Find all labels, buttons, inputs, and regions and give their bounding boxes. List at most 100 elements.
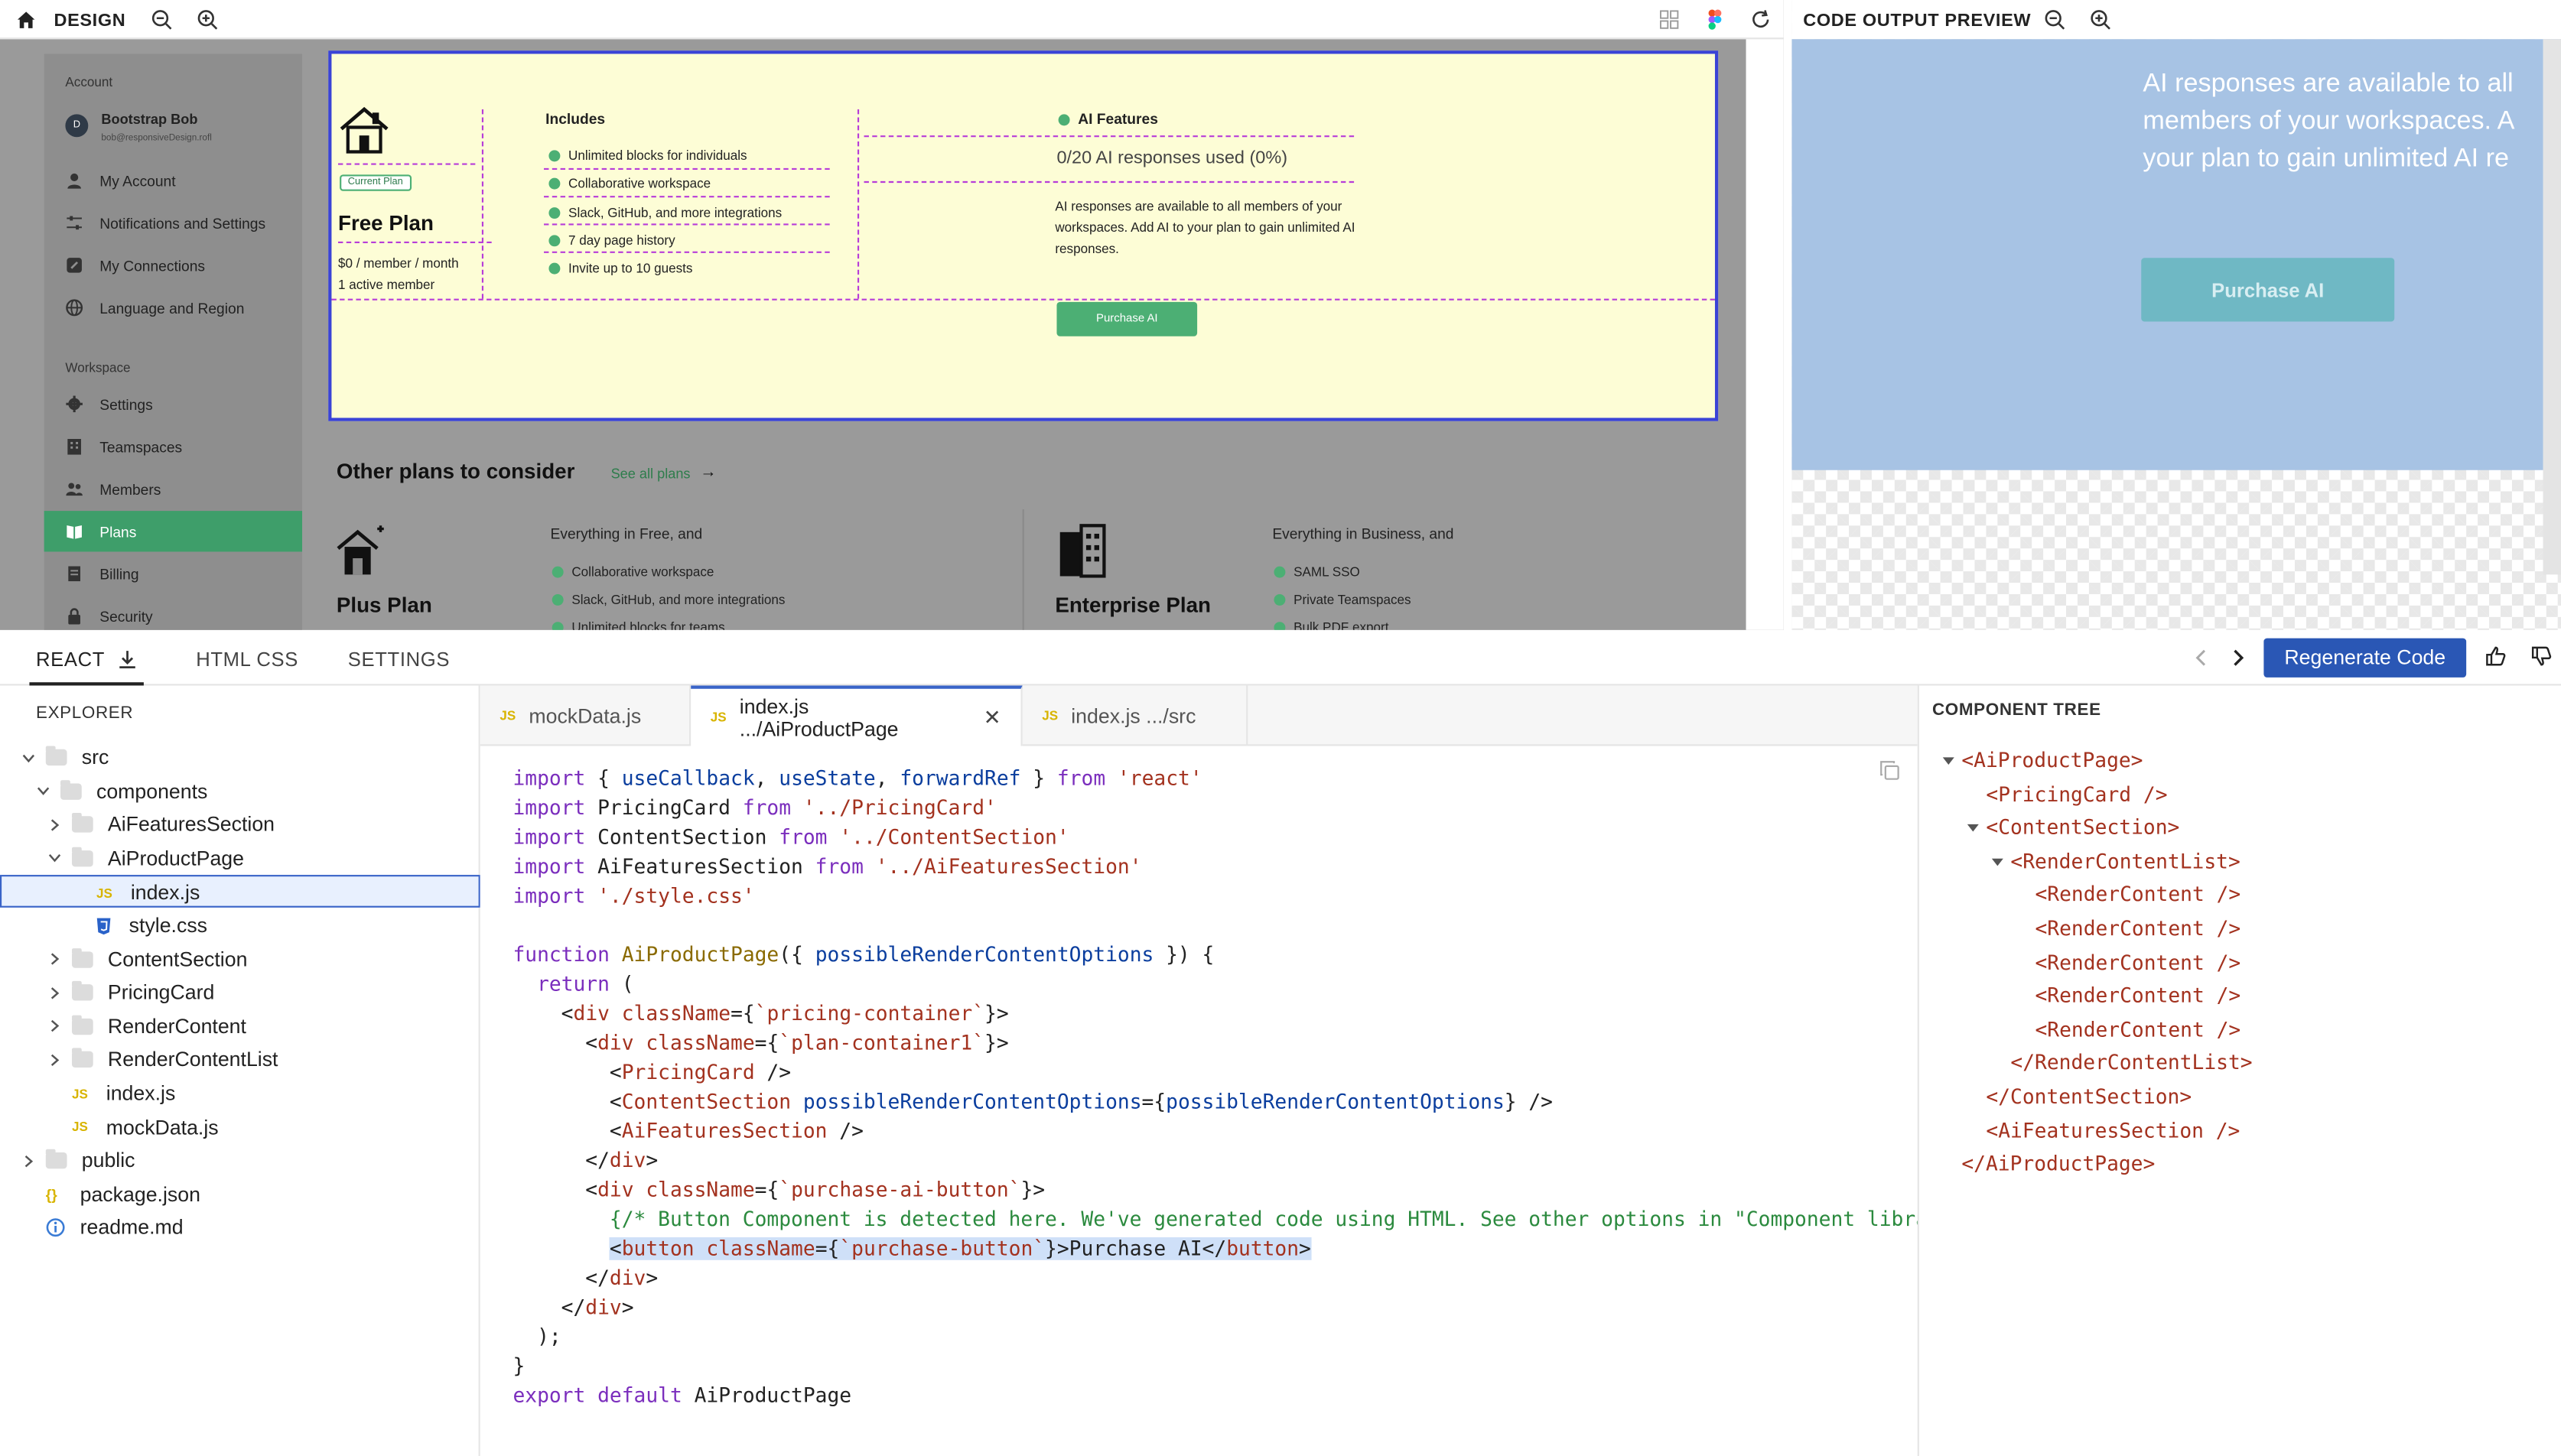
chevron-down-icon[interactable] <box>20 749 36 765</box>
zoom-in-icon[interactable] <box>194 7 220 33</box>
folder-item[interactable]: AiProductPage <box>0 842 480 875</box>
chevron-right-icon[interactable] <box>20 1152 36 1168</box>
file-item[interactable]: JS index.js <box>0 875 480 908</box>
chevron-right-icon[interactable] <box>46 951 62 967</box>
sidebar-item-plans[interactable]: Plans <box>44 511 303 552</box>
code-line[interactable]: import { useCallback, useState, forwardR… <box>513 764 1939 793</box>
editor-tab-mockdata[interactable]: JS mockData.js <box>480 685 692 746</box>
selected-plan-card[interactable]: Current Plan Free Plan $0 / member / mon… <box>328 50 1719 421</box>
code-line[interactable] <box>513 911 1939 940</box>
sidebar-item-my-account[interactable]: My Account <box>44 160 302 200</box>
download-icon[interactable] <box>114 646 140 672</box>
refresh-icon[interactable] <box>1748 7 1774 33</box>
code-line[interactable]: <div className={`plan-container1`}> <box>513 1029 1939 1058</box>
code-line[interactable]: import AiFeaturesSection from '../AiFeat… <box>513 852 1939 881</box>
sidebar-item-members[interactable]: Members <box>44 469 302 509</box>
component-node[interactable]: <PricingCard /> <box>1986 778 2167 811</box>
preview-purchase-button[interactable]: Purchase AI <box>2141 258 2395 322</box>
tab-react[interactable]: REACT <box>36 648 105 671</box>
folder-item[interactable]: RenderContentList <box>0 1044 480 1077</box>
component-node[interactable]: </ContentSection> <box>1986 1081 2192 1113</box>
code-line[interactable]: <button className={`purchase-button`}>Pu… <box>513 1234 1939 1263</box>
sidebar-item-billing[interactable]: Billing <box>44 554 302 594</box>
see-all-plans-link[interactable]: See all plans → <box>611 463 717 481</box>
chevron-right-icon[interactable] <box>2224 645 2250 671</box>
chevron-left-icon[interactable] <box>2188 645 2214 671</box>
chevron-right-icon[interactable] <box>46 817 62 833</box>
chevron-right-icon[interactable] <box>46 985 62 1001</box>
code-line[interactable]: import PricingCard from '../PricingCard' <box>513 793 1939 822</box>
component-node[interactable]: <AiFeaturesSection /> <box>1986 1114 2240 1147</box>
sidebar-item-my-connections[interactable]: My Connections <box>44 245 302 285</box>
regenerate-code-button[interactable]: Regenerate Code <box>2263 638 2467 678</box>
editor-tab-index-aiproductpage[interactable]: JS index.js .../AiProductPage ✕ <box>691 685 1023 746</box>
folder-item[interactable]: ContentSection <box>0 943 480 976</box>
component-node[interactable]: </AiProductPage> <box>1961 1148 2155 1181</box>
caret-down-icon[interactable] <box>1967 821 1980 834</box>
chevron-down-icon[interactable] <box>34 783 50 799</box>
chevron-right-icon[interactable] <box>46 1051 62 1068</box>
folder-item[interactable]: src <box>0 741 480 774</box>
file-item[interactable]: JS mockData.js <box>0 1111 480 1144</box>
enterprise-plan-heading: Everything in Business, and <box>1272 525 1454 542</box>
sidebar-item-notifications-and-settings[interactable]: Notifications and Settings <box>44 203 302 243</box>
component-node[interactable]: <RenderContentList> <box>1991 845 2240 878</box>
zoom-in-icon[interactable] <box>2088 7 2114 33</box>
sidebar-item-language-and-region[interactable]: Language and Region <box>44 288 302 328</box>
home-icon[interactable] <box>13 7 39 33</box>
code-line[interactable]: <div className={`pricing-container`}> <box>513 999 1939 1028</box>
sidebar-item-security[interactable]: Security <box>44 596 302 630</box>
code-line[interactable]: return ( <box>513 970 1939 999</box>
component-node[interactable]: </RenderContentList> <box>2010 1047 2252 1080</box>
preview-scrollbar[interactable] <box>2543 39 2561 575</box>
code-line[interactable]: <ContentSection possibleRenderContentOpt… <box>513 1087 1939 1116</box>
folder-item[interactable]: RenderContent <box>0 1010 480 1043</box>
grid-view-icon[interactable] <box>1656 7 1682 33</box>
zoom-out-icon[interactable] <box>2042 7 2068 33</box>
code-line[interactable]: </div> <box>513 1146 1939 1175</box>
code-line[interactable]: </div> <box>513 1263 1939 1292</box>
code-line[interactable]: </div> <box>513 1293 1939 1322</box>
code-line[interactable]: ); <box>513 1322 1939 1351</box>
tab-settings[interactable]: SETTINGS <box>348 648 450 671</box>
chevron-right-icon[interactable] <box>46 1018 62 1034</box>
file-item[interactable]: JS index.js <box>0 1077 480 1110</box>
component-node[interactable]: <RenderContent /> <box>2035 980 2240 1012</box>
file-item[interactable]: style.css <box>0 909 480 942</box>
caret-down-icon[interactable] <box>1942 754 1955 767</box>
code-line[interactable]: <AiFeaturesSection /> <box>513 1116 1939 1146</box>
code-line[interactable]: } <box>513 1351 1939 1380</box>
code-line[interactable]: {/* Button Component is detected here. W… <box>513 1204 1940 1233</box>
figma-icon[interactable] <box>1702 7 1728 33</box>
close-icon[interactable]: ✕ <box>984 704 1001 730</box>
component-node[interactable]: <ContentSection> <box>1967 811 2179 844</box>
component-node[interactable]: <RenderContent /> <box>2035 912 2240 945</box>
chevron-down-icon[interactable] <box>46 850 62 866</box>
code-line[interactable]: <div className={`purchase-ai-button`}> <box>513 1175 1939 1204</box>
file-item[interactable]: {} package.json <box>0 1178 480 1211</box>
code-line[interactable]: export default AiProductPage <box>513 1381 1939 1410</box>
folder-item[interactable]: PricingCard <box>0 977 480 1009</box>
thumbs-down-icon[interactable] <box>2528 643 2554 669</box>
code-line[interactable]: import './style.css' <box>513 882 1939 911</box>
code-line[interactable]: import ContentSection from '../ContentSe… <box>513 823 1939 852</box>
folder-item[interactable]: AiFeaturesSection <box>0 808 480 841</box>
component-node[interactable]: <AiProductPage> <box>1942 744 2143 777</box>
code-line[interactable]: <PricingCard /> <box>513 1058 1939 1087</box>
code-line[interactable]: function AiProductPage({ possibleRenderC… <box>513 940 1939 969</box>
component-node[interactable]: <RenderContent /> <box>2035 1013 2240 1046</box>
component-node[interactable]: <RenderContent /> <box>2035 879 2240 912</box>
component-node[interactable]: <RenderContent /> <box>2035 946 2240 979</box>
caret-down-icon[interactable] <box>1991 855 2004 868</box>
file-item[interactable]: readme.md <box>0 1212 480 1245</box>
folder-item[interactable]: public <box>0 1145 480 1178</box>
thumbs-up-icon[interactable] <box>2483 643 2509 669</box>
sidebar-item-settings[interactable]: Settings <box>44 384 302 424</box>
purchase-ai-button[interactable]: Purchase AI <box>1056 301 1198 336</box>
editor-tab-index-src[interactable]: JS index.js .../src <box>1023 685 1248 746</box>
code-content[interactable]: import { useCallback, useState, forwardR… <box>513 764 1939 1410</box>
folder-item[interactable]: components <box>0 775 480 808</box>
tab-html-css[interactable]: HTML CSS <box>196 648 298 671</box>
zoom-out-icon[interactable] <box>148 7 174 33</box>
sidebar-item-teamspaces[interactable]: Teamspaces <box>44 426 302 466</box>
